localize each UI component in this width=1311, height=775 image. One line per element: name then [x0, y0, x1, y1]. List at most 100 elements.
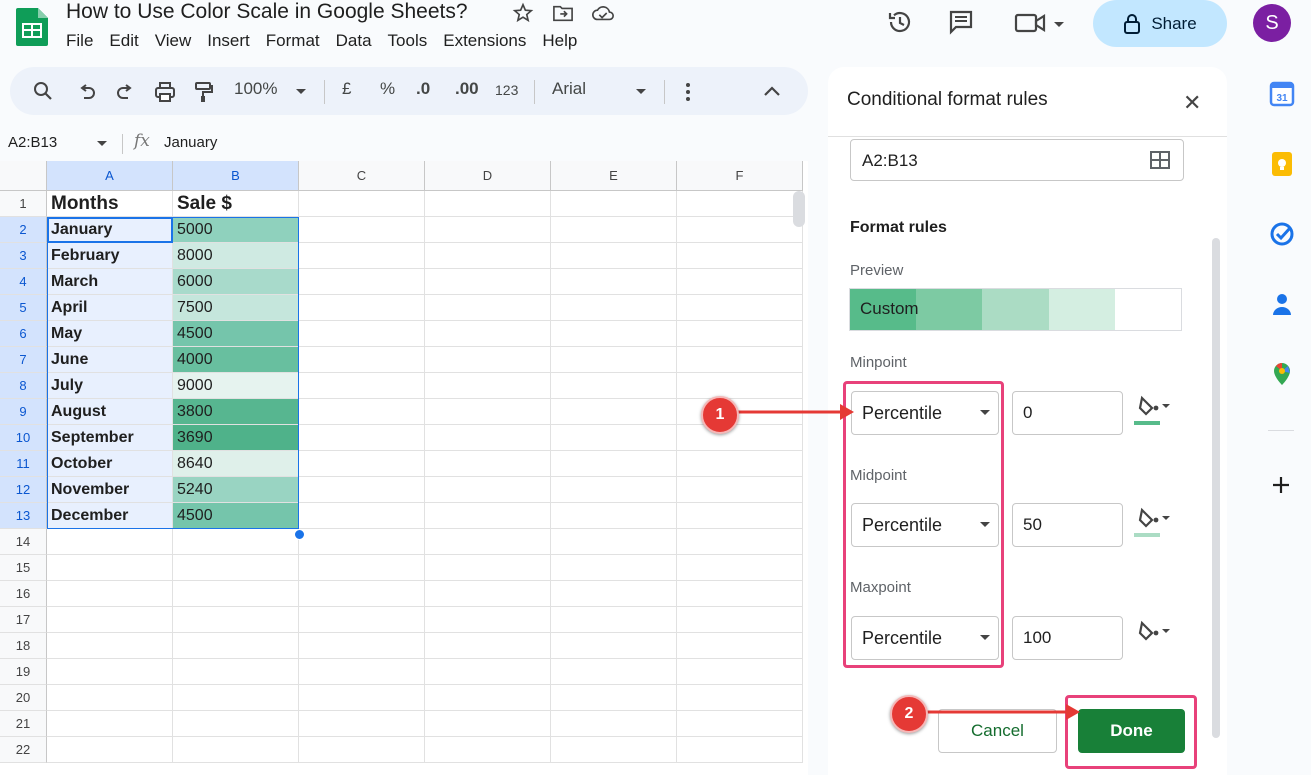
- table-cell[interactable]: [551, 269, 677, 295]
- table-cell[interactable]: [425, 477, 551, 503]
- more-formats-button[interactable]: 123: [495, 82, 518, 98]
- table-cell[interactable]: [173, 711, 299, 737]
- midpoint-fill-color-icon[interactable]: [1132, 504, 1172, 544]
- table-cell[interactable]: [299, 529, 425, 555]
- table-cell[interactable]: 6000: [173, 269, 299, 295]
- table-cell[interactable]: Months: [47, 191, 173, 217]
- table-cell[interactable]: [551, 477, 677, 503]
- table-cell[interactable]: [551, 321, 677, 347]
- row-header[interactable]: 3: [0, 243, 47, 269]
- tasks-icon[interactable]: [1269, 221, 1295, 247]
- table-cell[interactable]: [425, 425, 551, 451]
- table-cell[interactable]: [551, 243, 677, 269]
- row-header[interactable]: 22: [0, 737, 47, 763]
- row-header[interactable]: 12: [0, 477, 47, 503]
- table-cell[interactable]: [425, 607, 551, 633]
- redo-icon[interactable]: [115, 82, 135, 102]
- search-icon[interactable]: [33, 81, 53, 101]
- table-cell[interactable]: [551, 607, 677, 633]
- table-cell[interactable]: [299, 425, 425, 451]
- table-cell[interactable]: [551, 555, 677, 581]
- midpoint-value-input[interactable]: 50: [1012, 503, 1123, 547]
- table-cell[interactable]: [425, 503, 551, 529]
- table-cell[interactable]: [677, 529, 803, 555]
- increase-decimal-button[interactable]: .00: [455, 79, 479, 99]
- table-cell[interactable]: [299, 191, 425, 217]
- table-cell[interactable]: [677, 295, 803, 321]
- table-cell[interactable]: [425, 555, 551, 581]
- table-cell[interactable]: [551, 711, 677, 737]
- row-header[interactable]: 1: [0, 191, 47, 217]
- table-cell[interactable]: [677, 217, 803, 243]
- table-cell[interactable]: [677, 659, 803, 685]
- table-cell[interactable]: 3690: [173, 425, 299, 451]
- table-cell[interactable]: [299, 269, 425, 295]
- table-cell[interactable]: [299, 217, 425, 243]
- table-cell[interactable]: [299, 399, 425, 425]
- row-header[interactable]: 4: [0, 269, 47, 295]
- table-cell[interactable]: [551, 685, 677, 711]
- table-cell[interactable]: [677, 321, 803, 347]
- name-box[interactable]: A2:B13: [8, 134, 57, 151]
- table-cell[interactable]: March: [47, 269, 173, 295]
- table-cell[interactable]: [173, 685, 299, 711]
- table-cell[interactable]: [299, 607, 425, 633]
- move-folder-icon[interactable]: [552, 3, 574, 23]
- table-cell[interactable]: [299, 477, 425, 503]
- table-cell[interactable]: [551, 425, 677, 451]
- table-cell[interactable]: [551, 503, 677, 529]
- table-cell[interactable]: 4500: [173, 321, 299, 347]
- decrease-decimal-button[interactable]: .0: [416, 79, 430, 99]
- table-cell[interactable]: April: [47, 295, 173, 321]
- table-cell[interactable]: [425, 685, 551, 711]
- table-cell[interactable]: 8640: [173, 451, 299, 477]
- percent-format-button[interactable]: %: [380, 79, 395, 99]
- table-cell[interactable]: 8000: [173, 243, 299, 269]
- table-cell[interactable]: May: [47, 321, 173, 347]
- table-cell[interactable]: 3800: [173, 399, 299, 425]
- collapse-toolbar-icon[interactable]: [763, 85, 781, 97]
- minpoint-value-input[interactable]: 0: [1012, 391, 1123, 435]
- font-select[interactable]: Arial: [552, 79, 586, 99]
- table-cell[interactable]: [677, 373, 803, 399]
- table-cell[interactable]: [299, 737, 425, 763]
- row-header[interactable]: 15: [0, 555, 47, 581]
- column-header-e[interactable]: E: [551, 161, 677, 191]
- contacts-icon[interactable]: [1269, 291, 1295, 317]
- table-cell[interactable]: [425, 347, 551, 373]
- table-cell[interactable]: [299, 659, 425, 685]
- table-cell[interactable]: [551, 529, 677, 555]
- sheets-logo-icon[interactable]: [14, 6, 50, 46]
- paint-format-icon[interactable]: [194, 81, 214, 103]
- table-cell[interactable]: [551, 191, 677, 217]
- table-cell[interactable]: 4500: [173, 503, 299, 529]
- table-cell[interactable]: July: [47, 373, 173, 399]
- formula-input[interactable]: January: [164, 134, 217, 151]
- table-cell[interactable]: [677, 711, 803, 737]
- doc-title[interactable]: How to Use Color Scale in Google Sheets?: [66, 0, 468, 24]
- menu-view[interactable]: View: [155, 31, 192, 51]
- menu-edit[interactable]: Edit: [109, 31, 138, 51]
- menu-help[interactable]: Help: [542, 31, 577, 51]
- table-cell[interactable]: [173, 529, 299, 555]
- currency-format-button[interactable]: £: [342, 79, 351, 99]
- table-cell[interactable]: [551, 217, 677, 243]
- table-cell[interactable]: 4000: [173, 347, 299, 373]
- column-header-d[interactable]: D: [425, 161, 551, 191]
- table-cell[interactable]: August: [47, 399, 173, 425]
- table-cell[interactable]: June: [47, 347, 173, 373]
- calendar-icon[interactable]: 31: [1269, 81, 1295, 107]
- table-cell[interactable]: [425, 295, 551, 321]
- table-cell[interactable]: [299, 451, 425, 477]
- row-header[interactable]: 16: [0, 581, 47, 607]
- meet-icon[interactable]: [1014, 10, 1068, 36]
- menu-format[interactable]: Format: [266, 31, 320, 51]
- row-header[interactable]: 5: [0, 295, 47, 321]
- table-cell[interactable]: [551, 295, 677, 321]
- star-icon[interactable]: [512, 2, 534, 24]
- table-cell[interactable]: [425, 581, 551, 607]
- table-cell[interactable]: [47, 659, 173, 685]
- table-cell[interactable]: [425, 243, 551, 269]
- table-cell[interactable]: [299, 295, 425, 321]
- table-cell[interactable]: [425, 529, 551, 555]
